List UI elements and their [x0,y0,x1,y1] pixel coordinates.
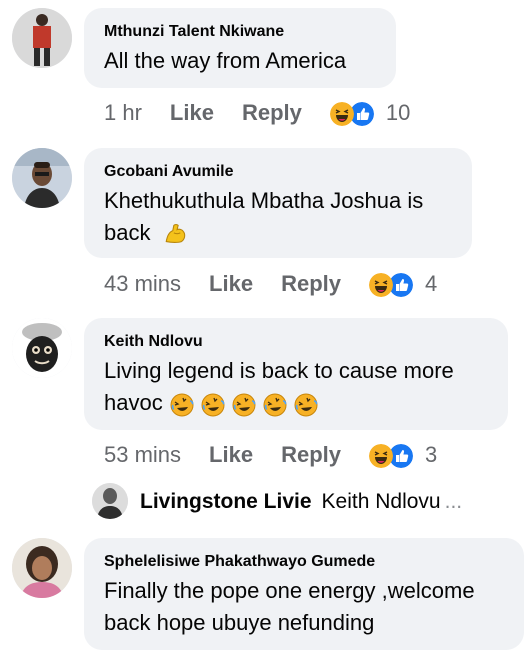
comment-author[interactable]: Mthunzi Talent Nkiwane [104,22,376,42]
reaction-count[interactable]: 4 [425,271,437,296]
avatar[interactable] [12,8,72,68]
comment-text-line: back [104,220,151,245]
rolling-laughing-icon [170,393,194,417]
reaction-count[interactable]: 3 [425,442,437,467]
comment-text: All the way from America [104,48,347,73]
comment-author[interactable]: Sphelelisiwe Phakathwayo Gumede [104,552,504,572]
rolling-laughing-icon [232,393,256,417]
haha-reaction-icon [369,273,393,298]
comment-text-line: Finally the pope one energy ,welcome [104,578,475,603]
comment-author[interactable]: Gcobani Avumile [104,162,452,182]
reply-author[interactable]: Livingstone Livie [140,490,312,513]
reply-text: Keith Ndlovu [321,490,441,513]
reactions-summary[interactable] [369,271,419,299]
haha-reaction-icon [369,444,393,469]
reply-button[interactable]: Reply [281,271,341,296]
reply-avatar[interactable] [92,483,128,519]
like-button[interactable]: Like [209,271,253,296]
rolling-laughing-icon [201,393,225,417]
comment-actions: 1 hr Like Reply 10 [104,99,410,128]
emoji-row [169,388,319,420]
reactions-summary[interactable] [329,100,380,128]
haha-reaction-icon [329,102,354,127]
comment-timestamp[interactable]: 43 mins [104,271,181,296]
avatar[interactable] [12,148,72,208]
reactions-summary[interactable] [369,442,419,470]
comment-timestamp[interactable]: 1 hr [104,100,142,125]
reply-preview[interactable]: Livingstone Livie Keith Ndlovu... [140,488,462,516]
comment-bubble: Gcobani Avumile Khethukuthula Mbatha Jos… [84,148,472,258]
comment-author[interactable]: Keith Ndlovu [104,332,488,352]
comment-actions: 53 mins Like Reply 3 [104,441,437,470]
comment-text-line: havoc [104,390,163,415]
rolling-laughing-icon [294,393,318,417]
reply-ellipsis: ... [444,490,463,513]
comment-text-line: Living legend is back to cause more [104,358,454,383]
comment-text-line: back hope ubuye nefunding [104,610,375,635]
reply-button[interactable]: Reply [281,442,341,467]
comment-text-line: Khethukuthula Mbatha Joshua is [104,188,424,213]
reaction-count[interactable]: 10 [386,100,410,125]
avatar[interactable] [12,318,72,378]
reply-button[interactable]: Reply [242,100,302,125]
rolling-laughing-icon [263,393,287,417]
avatar[interactable] [12,538,72,598]
like-button[interactable]: Like [170,100,214,125]
flexed-biceps-icon [165,224,185,244]
comment-text-line-wrap: back [104,217,452,249]
like-button[interactable]: Like [209,442,253,467]
comment-bubble: Keith Ndlovu Living legend is back to ca… [84,318,508,430]
comment-timestamp[interactable]: 53 mins [104,442,181,467]
comment-bubble: Mthunzi Talent Nkiwane All the way from … [84,8,396,88]
comment-actions: 43 mins Like Reply 4 [104,270,437,299]
comment-text-line-wrap: havoc [104,387,488,420]
comment-bubble: Sphelelisiwe Phakathwayo Gumede Finally … [84,538,524,650]
